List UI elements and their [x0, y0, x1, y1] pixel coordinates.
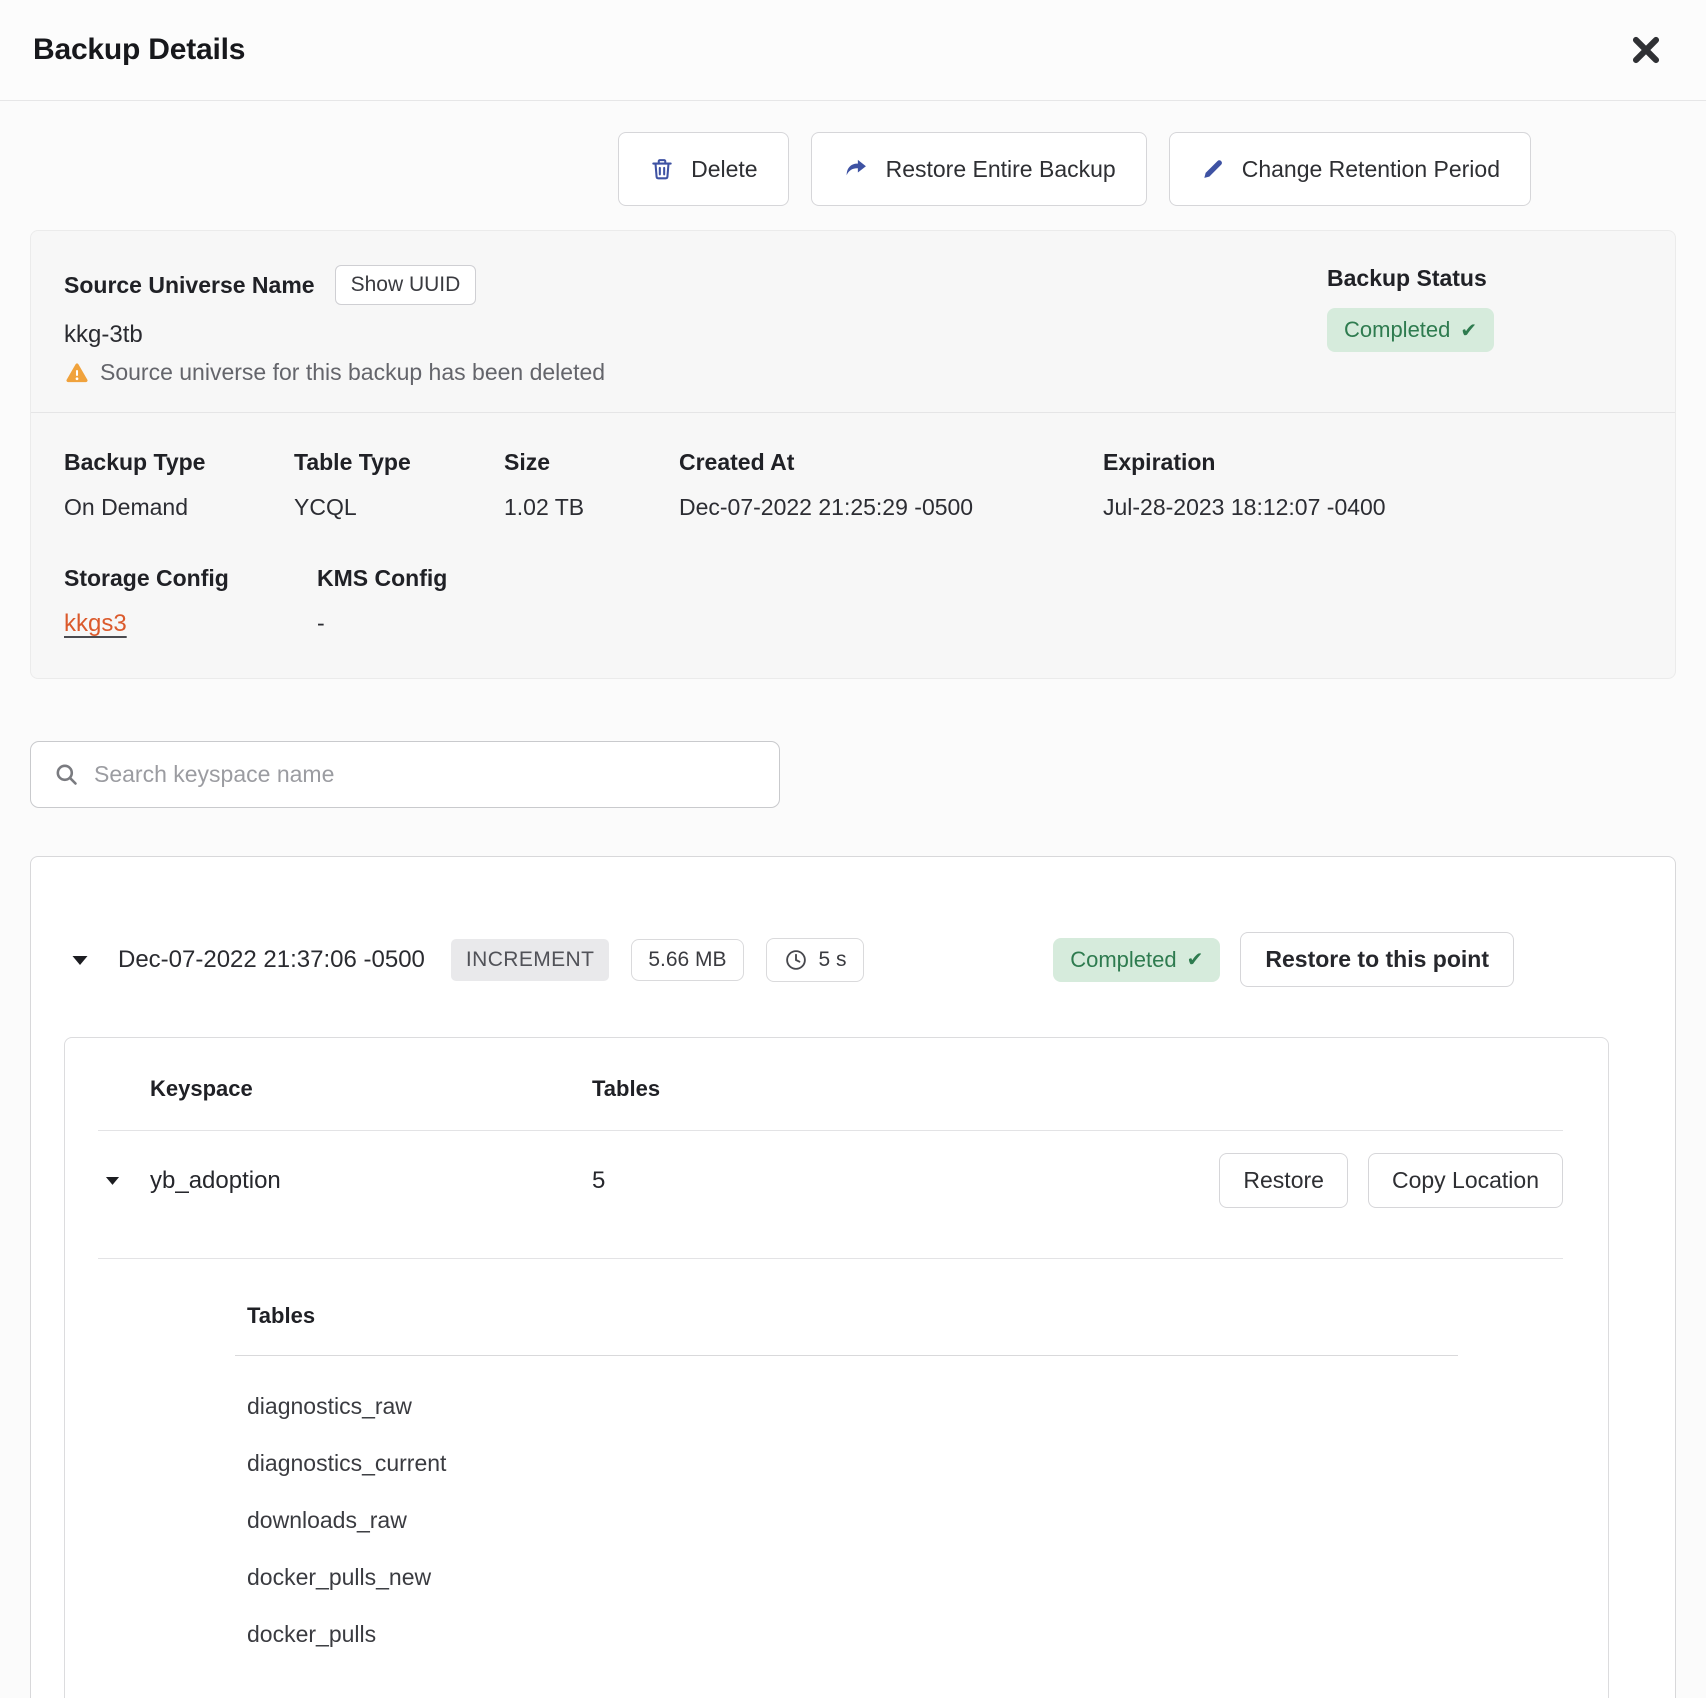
- field-label: Created At: [679, 449, 1103, 476]
- restore-entire-backup-label: Restore Entire Backup: [886, 156, 1116, 183]
- backup-status-badge: Completed ✔: [1327, 308, 1494, 352]
- change-retention-label: Change Retention Period: [1242, 156, 1500, 183]
- increment-type-badge: INCREMENT: [451, 939, 609, 981]
- keyspace-table-header: Keyspace Tables: [98, 1076, 1563, 1102]
- field-value: Dec-07-2022 21:25:29 -0500: [679, 494, 1103, 521]
- table-name: diagnostics_raw: [235, 1378, 1458, 1435]
- restore-to-point-button[interactable]: Restore to this point: [1240, 932, 1514, 987]
- show-uuid-button[interactable]: Show UUID: [335, 265, 477, 305]
- table-name: docker_pulls_new: [235, 1549, 1458, 1606]
- field-storage-config: Storage Config kkgs3: [64, 565, 317, 638]
- keyspace-tables-count: 5: [592, 1167, 1219, 1195]
- tables-list: diagnostics_rawdiagnostics_currentdownlo…: [235, 1378, 1458, 1663]
- copy-location-button[interactable]: Copy Location: [1368, 1153, 1563, 1208]
- keyspace-search[interactable]: [30, 741, 780, 808]
- search-icon: [53, 761, 80, 788]
- field-value: -: [317, 610, 1642, 637]
- keyspace-restore-button[interactable]: Restore: [1219, 1153, 1348, 1208]
- close-button[interactable]: [1624, 28, 1668, 72]
- toolbar: Delete Restore Entire Backup Change Rete…: [0, 132, 1531, 206]
- storage-config-link[interactable]: kkgs3: [64, 610, 127, 637]
- increment-card: Dec-07-2022 21:37:06 -0500 INCREMENT 5.6…: [30, 856, 1676, 1698]
- delete-label: Delete: [691, 156, 757, 183]
- tables-column-header: Tables: [592, 1076, 1563, 1102]
- field-created-at: Created At Dec-07-2022 21:25:29 -0500: [679, 449, 1103, 521]
- check-icon: ✔: [1460, 318, 1477, 343]
- check-icon: ✔: [1187, 947, 1204, 972]
- duration-value: 5 s: [819, 948, 847, 972]
- field-kms-config: KMS Config -: [317, 565, 1642, 638]
- keyspace-collapse-caret[interactable]: [98, 1166, 150, 1195]
- trash-icon: [649, 156, 675, 182]
- increment-status-badge: Completed ✔: [1053, 938, 1220, 982]
- backup-status-block: Backup Status Completed ✔: [1327, 265, 1494, 352]
- change-retention-button[interactable]: Change Retention Period: [1169, 132, 1531, 206]
- tables-divider: [235, 1355, 1458, 1356]
- keyspace-card: Keyspace Tables yb_adoption 5 Restore Co…: [64, 1037, 1609, 1698]
- pencil-icon: [1200, 156, 1226, 182]
- backup-status-label: Backup Status: [1327, 265, 1494, 292]
- table-name: downloads_raw: [235, 1492, 1458, 1549]
- tables-heading: Tables: [235, 1303, 1458, 1329]
- increment-header: Dec-07-2022 21:37:06 -0500 INCREMENT 5.6…: [64, 932, 1642, 987]
- field-value: On Demand: [64, 494, 294, 521]
- field-label: Backup Type: [64, 449, 294, 476]
- keyspace-row: yb_adoption 5 Restore Copy Location: [98, 1131, 1563, 1230]
- restore-arrow-icon: [842, 155, 870, 183]
- field-label: Storage Config: [64, 565, 317, 592]
- field-size: Size 1.02 TB: [504, 449, 679, 521]
- caret-down-icon: [68, 948, 92, 972]
- field-backup-type: Backup Type On Demand: [64, 449, 294, 521]
- field-label: KMS Config: [317, 565, 1642, 592]
- keyspace-column-header: Keyspace: [150, 1076, 592, 1102]
- delete-button[interactable]: Delete: [618, 132, 788, 206]
- field-table-type: Table Type YCQL: [294, 449, 504, 521]
- table-name: docker_pulls: [235, 1606, 1458, 1663]
- field-value: YCQL: [294, 494, 504, 521]
- warning-text: Source universe for this backup has been…: [100, 359, 605, 386]
- field-value: 1.02 TB: [504, 494, 679, 521]
- keyspace-name: yb_adoption: [150, 1167, 592, 1195]
- increment-size-badge: 5.66 MB: [631, 939, 743, 981]
- backup-summary-panel: Source Universe Name Show UUID kkg-3tb S…: [30, 230, 1676, 679]
- search-input[interactable]: [94, 761, 757, 788]
- field-expiration: Expiration Jul-28-2023 18:12:07 -0400: [1103, 449, 1642, 521]
- field-label: Expiration: [1103, 449, 1642, 476]
- keyspace-actions: Restore Copy Location: [1219, 1153, 1563, 1208]
- increment-timestamp: Dec-07-2022 21:37:06 -0500: [118, 946, 425, 974]
- page-title: Backup Details: [33, 33, 245, 67]
- universe-deleted-warning: Source universe for this backup has been…: [64, 359, 1642, 386]
- field-label: Size: [504, 449, 679, 476]
- increment-duration-badge: 5 s: [766, 938, 864, 982]
- warning-icon: [64, 360, 90, 386]
- increment-collapse-caret[interactable]: [64, 944, 96, 976]
- backup-fields-row: Backup Type On Demand Table Type YCQL Si…: [64, 449, 1642, 521]
- table-name: diagnostics_current: [235, 1435, 1458, 1492]
- config-fields-row: Storage Config kkgs3 KMS Config -: [64, 565, 1642, 638]
- close-icon: [1630, 34, 1662, 66]
- source-universe-label: Source Universe Name: [64, 272, 315, 299]
- field-value: Jul-28-2023 18:12:07 -0400: [1103, 494, 1642, 521]
- tables-section: Tables diagnostics_rawdiagnostics_curren…: [235, 1259, 1458, 1663]
- backup-status-value: Completed: [1344, 317, 1450, 343]
- modal-header: Backup Details: [0, 0, 1706, 101]
- restore-entire-backup-button[interactable]: Restore Entire Backup: [811, 132, 1147, 206]
- increment-status-value: Completed: [1070, 947, 1176, 973]
- caret-down-icon: [102, 1170, 123, 1191]
- field-label: Table Type: [294, 449, 504, 476]
- clock-icon: [783, 947, 809, 973]
